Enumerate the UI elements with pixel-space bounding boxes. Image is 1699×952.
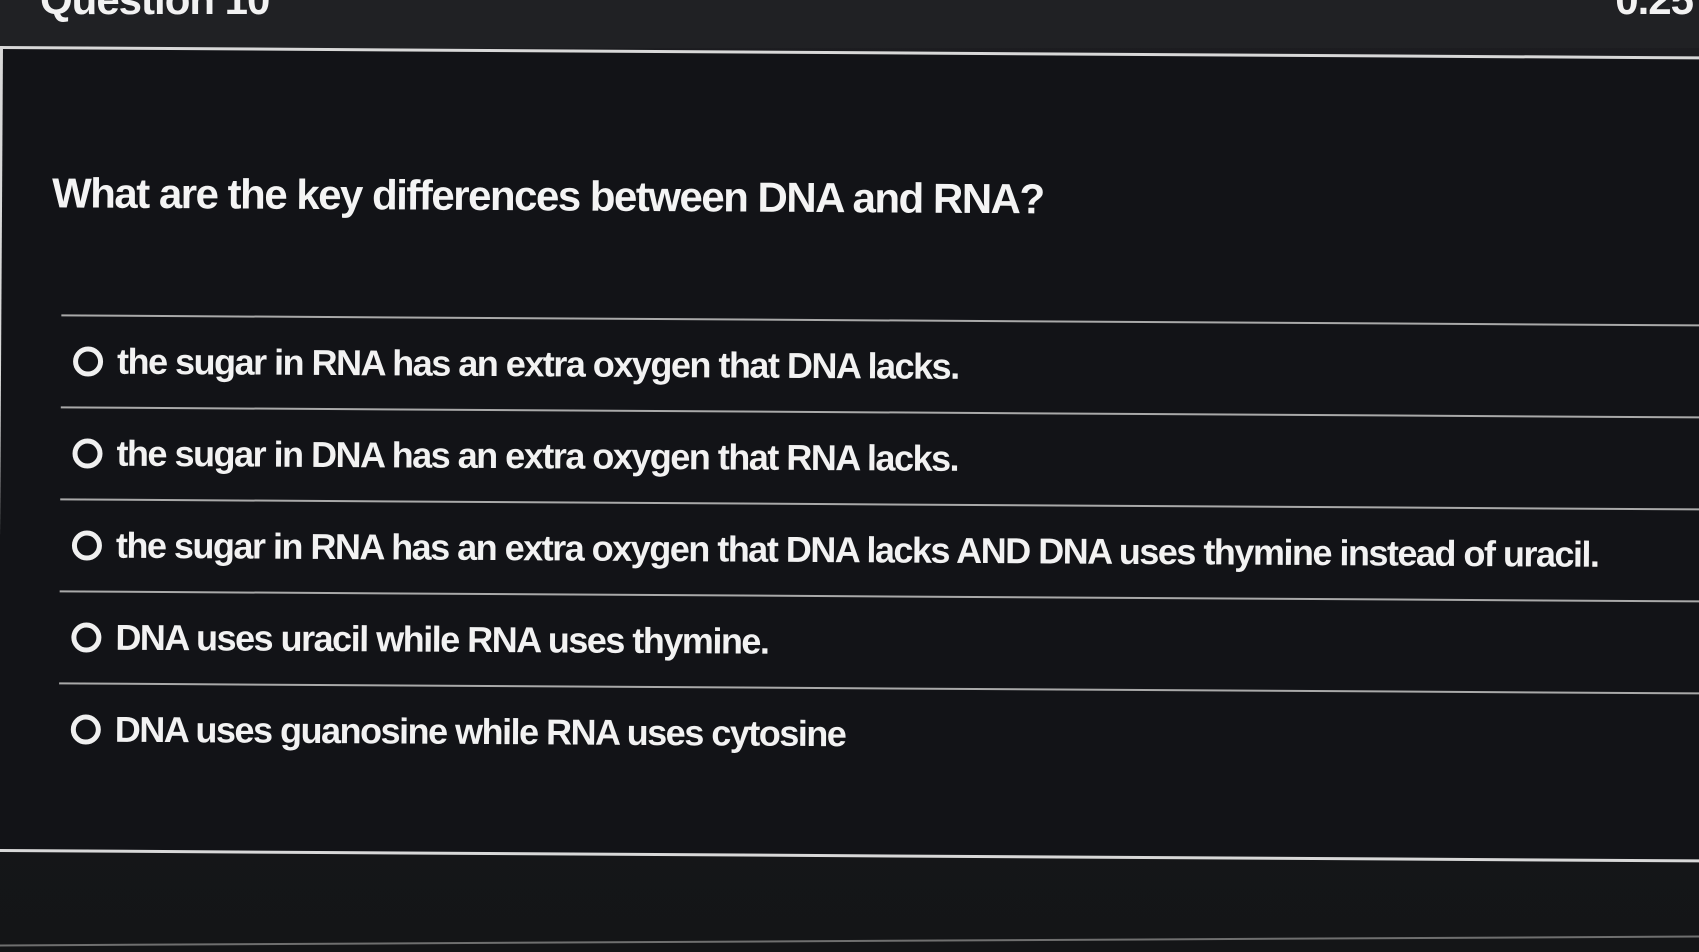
bottom-divider <box>0 935 1699 947</box>
radio-button-icon[interactable] <box>71 622 102 653</box>
answer-label[interactable]: the sugar in RNA has an extra oxygen tha… <box>116 525 1599 576</box>
radio-button-icon[interactable] <box>71 530 103 561</box>
radio-button-icon[interactable] <box>72 438 103 469</box>
question-header: Question 10 0.25 <box>0 0 1699 48</box>
radio-button-icon[interactable] <box>72 346 104 377</box>
answer-list: the sugar in RNA has an extra oxygen tha… <box>58 314 1699 785</box>
quiz-screen: Question 10 0.25 What are the key differ… <box>0 0 1699 952</box>
question-card: What are the key differences between DNA… <box>0 46 1699 863</box>
answer-option-1[interactable]: the sugar in RNA has an extra oxygen tha… <box>60 314 1699 417</box>
answer-option-3[interactable]: the sugar in RNA has an extra oxygen tha… <box>59 498 1699 601</box>
answer-label[interactable]: the sugar in DNA has an extra oxygen tha… <box>116 433 958 480</box>
question-number: Question 10 <box>40 0 270 24</box>
points-value: 0.25 <box>1615 0 1694 24</box>
answer-label[interactable]: the sugar in RNA has an extra oxygen tha… <box>117 341 959 388</box>
answer-label[interactable]: DNA uses uracil while RNA uses thymine. <box>115 617 768 663</box>
answer-option-2[interactable]: the sugar in DNA has an extra oxygen tha… <box>60 406 1699 509</box>
answer-option-5[interactable]: DNA uses guanosine while RNA uses cytosi… <box>58 682 1699 785</box>
radio-button-icon[interactable] <box>70 714 101 745</box>
question-text: What are the key differences between DNA… <box>51 169 1044 223</box>
answer-option-4[interactable]: DNA uses uracil while RNA uses thymine. <box>59 590 1699 693</box>
answer-label[interactable]: DNA uses guanosine while RNA uses cytosi… <box>115 709 846 755</box>
